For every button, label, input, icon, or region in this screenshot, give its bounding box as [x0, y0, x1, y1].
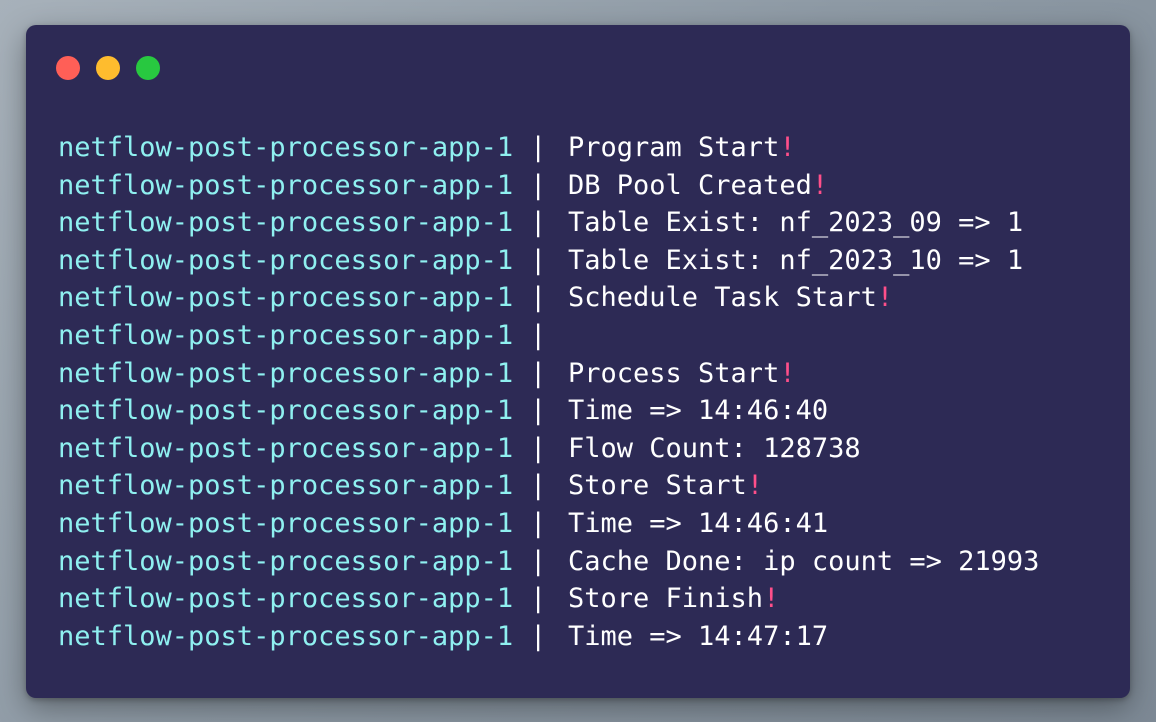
- log-line: netflow-post-processor-app-1 | Time => 14:…: [58, 505, 1120, 543]
- log-line: netflow-post-processor-app-1 | Cache Done:…: [58, 543, 1120, 581]
- log-message-text: Process Start: [568, 357, 780, 389]
- window-controls: [56, 56, 160, 80]
- log-message-text: Time => 14:46:41: [568, 507, 829, 539]
- log-message: Cache Done: ip count => 21993: [568, 543, 1039, 581]
- log-message-text: Flow Count: 128738: [568, 432, 861, 464]
- log-source: netflow-post-processor-app-1: [58, 244, 514, 276]
- log-message: Table Exist: nf_2023_09 => 1: [568, 204, 1023, 242]
- log-separator: |: [530, 470, 547, 502]
- log-message: Table Exist: nf_2023_10 => 1: [568, 242, 1023, 280]
- log-message-text: DB Pool Created: [568, 169, 812, 201]
- log-source: netflow-post-processor-app-1: [58, 507, 514, 539]
- log-line: netflow-post-processor-app-1 | Store Start…: [58, 467, 1120, 505]
- log-line: netflow-post-processor-app-1 | Program Sta…: [58, 129, 1120, 167]
- log-separator: |: [530, 357, 547, 389]
- log-message: Time => 14:46:40: [568, 392, 828, 430]
- log-source: netflow-post-processor-app-1: [58, 470, 514, 502]
- log-separator: |: [530, 545, 547, 577]
- log-exclamation: !: [811, 169, 829, 201]
- log-source: netflow-post-processor-app-1: [58, 207, 514, 239]
- log-exclamation: !: [779, 357, 796, 389]
- log-line: netflow-post-processor-app-1 | Time => 14:…: [58, 392, 1120, 430]
- log-message-text: Table Exist: nf_2023_09 => 1: [568, 207, 1024, 239]
- log-separator: |: [530, 620, 547, 652]
- log-separator: |: [530, 395, 547, 427]
- log-exclamation: !: [876, 282, 894, 314]
- log-message: Time => 14:46:41: [568, 505, 828, 543]
- log-exclamation: !: [763, 583, 780, 615]
- log-message: Process Start!: [568, 355, 796, 393]
- terminal-output[interactable]: netflow-post-processor-app-1 | Program Sta…: [58, 129, 1120, 655]
- log-separator: |: [530, 507, 547, 539]
- log-message: Store Start!: [568, 467, 763, 505]
- log-line: netflow-post-processor-app-1 | Store Finis…: [58, 580, 1120, 618]
- log-source: netflow-post-processor-app-1: [58, 319, 514, 351]
- log-message-text: Time => 14:46:40: [568, 395, 829, 427]
- log-message-text: Table Exist: nf_2023_10 => 1: [568, 244, 1024, 276]
- log-message: DB Pool Created!: [568, 167, 828, 205]
- log-message-text: Cache Done: ip count => 21993: [568, 545, 1040, 577]
- log-message: Flow Count: 128738: [568, 430, 861, 468]
- log-line: netflow-post-processor-app-1 | DB Pool Cre…: [58, 167, 1120, 205]
- log-message: Time => 14:47:17: [568, 618, 828, 656]
- log-message-text: Schedule Task Start: [568, 282, 877, 314]
- log-separator: |: [530, 583, 547, 615]
- terminal-window: netflow-post-processor-app-1 | Program Sta…: [26, 25, 1130, 698]
- log-separator: |: [530, 282, 547, 314]
- log-line: netflow-post-processor-app-1 | Table Exist…: [58, 242, 1120, 280]
- maximize-button[interactable]: [136, 56, 160, 80]
- log-message: Schedule Task Start!: [568, 279, 893, 317]
- log-source: netflow-post-processor-app-1: [58, 432, 514, 464]
- log-exclamation: !: [779, 132, 796, 163]
- close-button[interactable]: [56, 56, 80, 80]
- log-line: netflow-post-processor-app-1 | Table Exist…: [58, 204, 1120, 242]
- log-separator: |: [530, 169, 547, 201]
- log-message-text: Time => 14:47:17: [568, 620, 829, 652]
- log-message: Program Start!: [568, 129, 796, 167]
- log-message-text: Store Start: [568, 470, 747, 502]
- log-separator: |: [530, 432, 547, 464]
- log-source: netflow-post-processor-app-1: [58, 545, 514, 577]
- log-source: netflow-post-processor-app-1: [58, 169, 514, 201]
- log-line: netflow-post-processor-app-1 |: [58, 317, 1120, 355]
- log-line: netflow-post-processor-app-1 | Flow Count:…: [58, 430, 1120, 468]
- log-source: netflow-post-processor-app-1: [58, 132, 514, 163]
- log-message: Store Finish!: [568, 580, 779, 618]
- minimize-button[interactable]: [96, 56, 120, 80]
- log-separator: |: [530, 319, 547, 351]
- log-separator: |: [530, 132, 547, 163]
- log-exclamation: !: [746, 470, 764, 502]
- log-source: netflow-post-processor-app-1: [58, 620, 514, 652]
- log-source: netflow-post-processor-app-1: [58, 282, 514, 314]
- log-source: netflow-post-processor-app-1: [58, 583, 514, 615]
- log-separator: |: [530, 207, 547, 239]
- log-separator: |: [530, 244, 547, 276]
- log-message-text: Store Finish: [568, 583, 764, 615]
- log-line: netflow-post-processor-app-1 | Process Sta…: [58, 355, 1120, 393]
- log-source: netflow-post-processor-app-1: [58, 357, 514, 389]
- log-message-text: Program Start: [568, 132, 780, 163]
- log-source: netflow-post-processor-app-1: [58, 395, 514, 427]
- log-line: netflow-post-processor-app-1 | Schedule Ta…: [58, 279, 1120, 317]
- log-line: netflow-post-processor-app-1 | Time => 14:…: [58, 618, 1120, 656]
